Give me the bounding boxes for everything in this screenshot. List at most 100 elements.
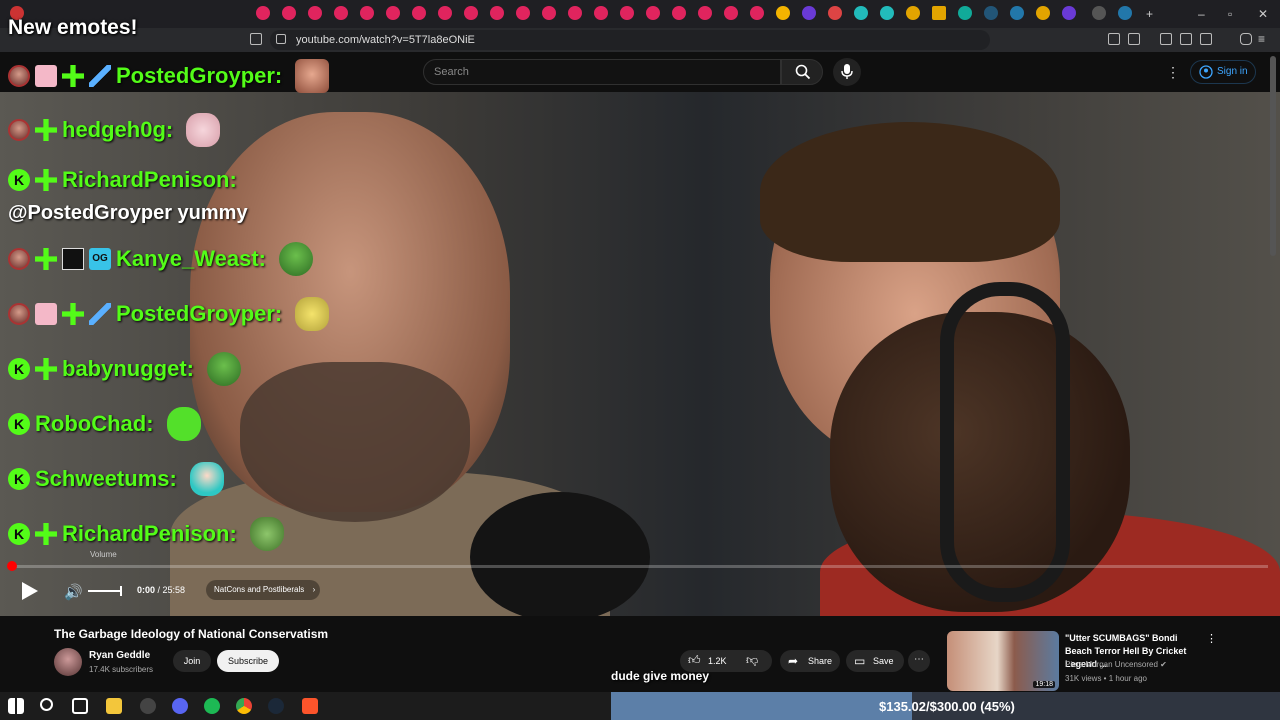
progress-bar[interactable] (12, 565, 1268, 568)
chat-message: K RichardPenison: (8, 516, 284, 552)
close-window-icon[interactable]: ✕ (1258, 7, 1268, 21)
subscriber-count: 17.4K subscribers (89, 665, 154, 674)
subscriber-badge-icon (35, 119, 57, 141)
recommended-channel-name: Piers Morgan Uncensored (1065, 660, 1158, 669)
browser-tab-icon[interactable] (724, 6, 738, 20)
browser-tab-icon[interactable] (958, 6, 972, 20)
brave-icon[interactable] (302, 698, 318, 714)
chat-username: Kanye_Weast: (116, 246, 266, 271)
chat-username: RichardPenison: (62, 521, 237, 546)
browser-tab-icon[interactable] (646, 6, 660, 20)
reader-icon[interactable] (1128, 33, 1140, 45)
browser-tab-icon[interactable] (594, 6, 608, 20)
browser-tab-icon[interactable] (490, 6, 504, 20)
browser-tab-icon[interactable] (1118, 6, 1132, 20)
gift-badge-icon (35, 65, 57, 87)
browser-tab-icon[interactable] (802, 6, 816, 20)
browser-tab-icon[interactable] (698, 6, 712, 20)
browser-tab-icon[interactable] (282, 6, 296, 20)
sponge-emote-icon (295, 297, 330, 331)
browser-tab-icon[interactable] (568, 6, 582, 20)
discord-icon[interactable] (172, 698, 188, 714)
file-explorer-icon[interactable] (106, 698, 122, 714)
browser-tab-icon[interactable] (1010, 6, 1024, 20)
site-info-icon[interactable] (276, 34, 286, 44)
channel-avatar[interactable] (54, 648, 82, 676)
new-tab-icon[interactable]: + (1146, 7, 1153, 21)
url-field[interactable]: youtube.com/watch?v=5T7la8eONiE (270, 30, 990, 50)
save-button[interactable]: ▭ Save (846, 650, 904, 672)
browser-tab-icon[interactable] (984, 6, 998, 20)
channel-name[interactable]: Ryan Geddle (89, 650, 150, 661)
bookmark-icon[interactable] (250, 33, 262, 45)
more-actions-icon[interactable]: ⋯ (908, 650, 930, 672)
windows-start-icon[interactable] (8, 698, 24, 714)
chapter-button[interactable]: NatCons and Postliberals › (206, 580, 321, 600)
browser-tab-icon[interactable] (1062, 6, 1076, 20)
play-button[interactable] (20, 581, 40, 601)
browser-menu-icon[interactable]: ≡ (1258, 32, 1265, 46)
extensions-icon[interactable] (1108, 33, 1120, 45)
subscribe-button[interactable]: Subscribe (217, 650, 279, 672)
og-badge-icon: OG (89, 248, 111, 270)
chapter-title: NatCons and Postliberals (214, 585, 305, 594)
subscriber-badge-icon (35, 358, 57, 380)
browser-tab-icon[interactable] (750, 6, 764, 20)
browser-tab-icon[interactable] (516, 6, 530, 20)
chrome-icon[interactable] (236, 698, 252, 714)
user-avatar-icon (8, 65, 30, 87)
app-icon[interactable] (140, 698, 156, 714)
browser-tab-icon[interactable] (1092, 6, 1106, 20)
steam-icon[interactable] (268, 698, 284, 714)
task-view-icon[interactable] (72, 698, 88, 714)
like-count[interactable]: 1.2K (708, 656, 727, 666)
video-title: The Garbage Ideology of National Conserv… (54, 627, 329, 641)
maximize-icon[interactable]: ▫ (1228, 7, 1232, 21)
face-emote-icon (295, 59, 330, 93)
search-button[interactable] (781, 59, 823, 85)
search-icon[interactable] (40, 698, 53, 711)
sidebar-icon[interactable] (1180, 33, 1192, 45)
browser-tab-icon[interactable] (932, 6, 946, 20)
page-scrollbar[interactable] (1270, 56, 1276, 256)
browser-tab-icon[interactable] (542, 6, 556, 20)
browser-tab-icon[interactable] (412, 6, 426, 20)
search-input[interactable]: Search (423, 59, 781, 85)
recommended-channel[interactable]: Piers Morgan Uncensored ✔ (1065, 660, 1167, 669)
recommended-thumbnail[interactable]: 19:18 (947, 631, 1059, 691)
browser-tab-icon[interactable] (854, 6, 868, 20)
account-icon (1199, 65, 1213, 79)
browser-tab-icon[interactable] (1036, 6, 1050, 20)
browser-tab-icon[interactable] (386, 6, 400, 20)
media-icon[interactable] (1160, 33, 1172, 45)
browser-tab-icon[interactable] (776, 6, 790, 20)
volume-icon[interactable]: 🔊 (64, 583, 83, 601)
browser-tab-icon[interactable] (438, 6, 452, 20)
settings-kebab-icon[interactable]: ⋮ (1166, 64, 1180, 81)
browser-tab-icon[interactable] (308, 6, 322, 20)
browser-tab-icon[interactable] (256, 6, 270, 20)
join-button[interactable]: Join (173, 650, 211, 672)
spotify-icon[interactable] (204, 698, 220, 714)
share-button[interactable]: ➦ Share (780, 650, 840, 672)
volume-slider[interactable] (88, 586, 122, 596)
progress-scrubber[interactable] (7, 561, 17, 571)
recommended-menu-icon[interactable]: ⋮ (1206, 632, 1217, 645)
thumbs-down-icon[interactable]: 👎︎ (746, 653, 758, 668)
browser-tab-icon[interactable] (880, 6, 894, 20)
donation-goal-text: $135.02/$300.00 (45%) (879, 699, 1015, 714)
shield-icon[interactable] (1240, 33, 1252, 45)
sign-in-button[interactable]: Sign in (1190, 60, 1256, 84)
voice-search-button[interactable] (833, 58, 861, 86)
browser-tab-icon[interactable] (334, 6, 348, 20)
browser-tab-icon[interactable] (360, 6, 374, 20)
minimize-icon[interactable]: – (1198, 7, 1205, 21)
user-avatar-icon (8, 119, 30, 141)
browser-tab-icon[interactable] (672, 6, 686, 20)
browser-tab-icon[interactable] (620, 6, 634, 20)
thumbs-up-icon[interactable]: 👍︎ (688, 653, 701, 668)
browser-tab-icon[interactable] (464, 6, 478, 20)
wallet-icon[interactable] (1200, 33, 1212, 45)
browser-tab-icon[interactable] (828, 6, 842, 20)
browser-tab-icon[interactable] (906, 6, 920, 20)
